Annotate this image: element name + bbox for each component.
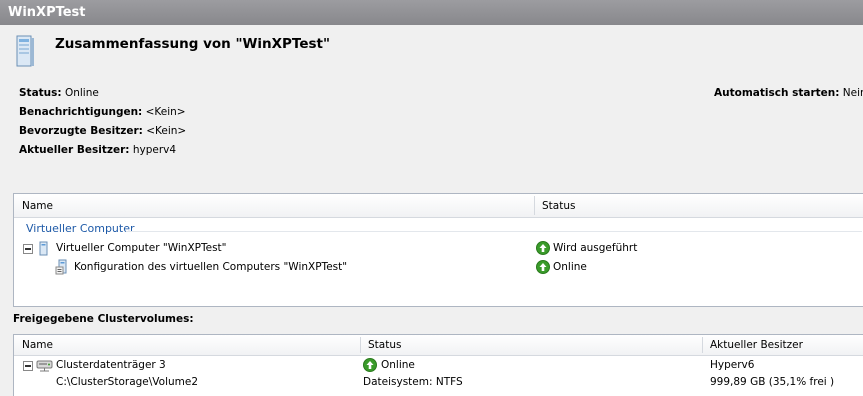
resource-status: Online [553,261,587,273]
virtual-machine-icon [39,241,48,256]
cluster-volumes-label: Freigegebene Clustervolumes: [13,313,194,325]
volume-path: C:\ClusterStorage\Volume2 [56,376,199,388]
notifications-value: <Kein> [145,106,186,118]
column-header-name[interactable]: Name [14,335,360,357]
cluster-volumes-list[interactable]: Name Status Aktueller Besitzer Clusterda… [13,334,863,396]
resources-list[interactable]: Name Status Virtueller Computer Virtuell… [13,193,863,307]
column-header-current-owner[interactable]: Aktueller Besitzer [702,335,863,357]
notifications-label: Benachrichtigungen: [19,106,143,118]
volume-name: Clusterdatenträger 3 [56,359,166,371]
column-header-name[interactable]: Name [14,194,534,216]
autostart-label: Automatisch starten: [714,87,840,99]
window-title-bar: WinXPTest [0,0,863,25]
volume-filesystem: Dateisystem: NTFS [363,376,463,388]
volume-owner: Hyperv6 [710,359,755,371]
resource-name: Virtueller Computer "WinXPTest" [56,242,227,254]
online-status-icon [536,260,550,274]
vm-configuration-icon [55,259,67,275]
current-owner-field: Aktueller Besitzer: hyperv4 [19,144,176,156]
volume-free-space: 999,89 GB (35,1% frei ) [710,376,835,388]
current-owner-label: Aktueller Besitzer: [19,144,130,156]
virtual-machine-icon [16,35,34,67]
volume-status: Online [381,359,415,371]
list-item[interactable]: Konfiguration des virtuellen Computers "… [14,259,860,276]
group-divider [126,231,862,232]
online-status-icon [363,358,377,372]
resource-status: Wird ausgeführt [553,242,638,254]
status-label: Status: [19,87,62,99]
summary-title: Zusammenfassung von "WinXPTest" [55,36,331,52]
preferred-owners-label: Bevorzugte Besitzer: [19,125,143,137]
current-owner-value: hyperv4 [132,144,177,156]
column-header-status[interactable]: Status [360,335,702,357]
table-row-detail: C:\ClusterStorage\Volume2 Dateisystem: N… [14,374,860,391]
autostart-field: Automatisch starten: Nein [714,87,863,99]
cluster-disk-icon [36,360,53,372]
autostart-value: Nein [842,87,863,99]
online-status-icon [536,241,550,255]
status-field: Status: Online [19,87,99,99]
collapse-icon[interactable] [23,244,33,254]
column-header-status[interactable]: Status [534,194,834,216]
preferred-owners-field: Bevorzugte Besitzer: <Kein> [19,125,186,137]
list-item[interactable]: Virtueller Computer "WinXPTest" Wird aus… [14,240,860,257]
notifications-field: Benachrichtigungen: <Kein> [19,106,186,118]
window-title: WinXPTest [8,5,86,20]
table-row[interactable]: Clusterdatenträger 3 Online Hyperv6 [14,357,860,374]
resource-name: Konfiguration des virtuellen Computers "… [74,261,348,273]
collapse-icon[interactable] [23,361,33,371]
preferred-owners-value: <Kein> [146,125,187,137]
group-header-virtual-computer[interactable]: Virtueller Computer [26,222,135,235]
status-value: Online [64,87,99,99]
